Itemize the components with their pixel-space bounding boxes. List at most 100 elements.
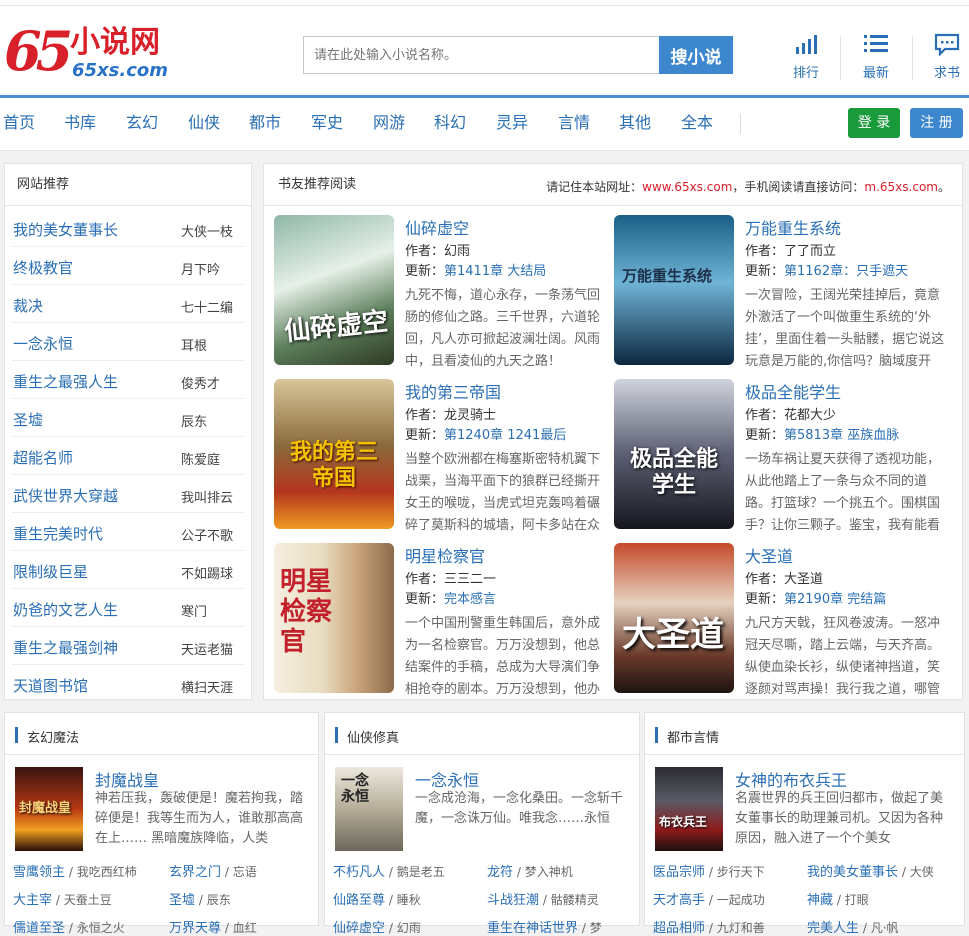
book-title-link[interactable]: 超品相师 xyxy=(653,921,705,936)
book-title-link[interactable]: 大圣道 xyxy=(745,543,793,567)
book-title-link[interactable]: 明星检察官 xyxy=(405,543,485,567)
book-title-link[interactable]: 我的美女董事长 xyxy=(807,865,898,880)
book-title-link[interactable]: 万能重生系统 xyxy=(745,215,841,239)
book-cover[interactable]: 大圣道 xyxy=(614,543,734,693)
chapter-link[interactable]: 第1411章 大结局 xyxy=(444,264,546,279)
book-title-link[interactable]: 超能名师 xyxy=(13,447,73,468)
book-title-link[interactable]: 仙碎虚空 xyxy=(405,215,469,239)
book-title-link[interactable]: 斗战狂潮 xyxy=(487,893,539,908)
category-title: 都市言情 xyxy=(667,731,720,746)
book-author: 不如踢球 xyxy=(181,567,234,582)
book-description: 当整个欧洲都在梅塞斯密特机翼下战栗，当海平面下的狼群已经撕开女王的喉咙，当虎式坦… xyxy=(405,452,601,533)
nav-online-game[interactable]: 网游 xyxy=(373,113,405,133)
nav-military[interactable]: 军史 xyxy=(311,113,343,133)
book-cover[interactable]: 封魔战皇 xyxy=(15,767,83,851)
book-title-link[interactable]: 天才高手 xyxy=(653,893,705,908)
book-title-link[interactable]: 圣墟 xyxy=(13,409,43,430)
book-title-link[interactable]: 裁决 xyxy=(13,295,43,316)
book-cover[interactable]: 仙碎虚空 xyxy=(274,215,394,365)
book-title-link[interactable]: 封魔战皇 xyxy=(95,767,159,791)
book-title-link[interactable]: 雪鹰领主 xyxy=(13,865,65,880)
book-cover[interactable]: 布衣兵王 xyxy=(655,767,723,851)
nav-urban[interactable]: 都市 xyxy=(249,113,281,133)
book-title-link[interactable]: 重生之最强人生 xyxy=(13,371,118,392)
book-title-link[interactable]: 儒道至圣 xyxy=(13,921,65,936)
latest-label: 最新 xyxy=(862,66,889,81)
chapter-link[interactable]: 第5813章 巫族血脉 xyxy=(784,428,899,443)
chapter-link[interactable]: 第1162章：只手遮天 xyxy=(784,264,908,279)
mobile-url-link[interactable]: m.65xs.com xyxy=(864,180,938,194)
nav-other[interactable]: 其他 xyxy=(619,113,651,133)
search-input[interactable] xyxy=(303,36,660,74)
latest-link[interactable]: 最新 xyxy=(845,32,907,82)
book-cover[interactable]: 一念永恒 xyxy=(335,767,403,851)
nav-romance[interactable]: 言情 xyxy=(558,113,590,133)
list-item: 完美人生 / 凡·帆 xyxy=(807,921,899,936)
book-title-link[interactable]: 女神的布衣兵王 xyxy=(735,767,847,791)
book-title-link[interactable]: 医品宗师 xyxy=(653,865,705,880)
book-title-link[interactable]: 仙碎虚空 xyxy=(333,921,385,936)
list-item: 超品相师 / 九灯和善 xyxy=(653,921,765,936)
book-title-link[interactable]: 重生在神话世界 xyxy=(487,921,578,936)
search-button[interactable]: 搜小说 xyxy=(659,36,733,74)
login-button[interactable]: 登 录 xyxy=(848,108,900,138)
book-description: 九尺方天戟，狂风卷波涛。一怒冲冠天尽嘶，踏上云端，与天齐高。纵使血染长衫，纵使诸… xyxy=(745,616,941,697)
book-title-link[interactable]: 限制级巨星 xyxy=(13,561,88,582)
book-author: 我叫排云 xyxy=(181,491,234,506)
ranking-link[interactable]: 排行 xyxy=(775,32,837,82)
book-title-link[interactable]: 神藏 xyxy=(807,893,833,908)
book-cover[interactable]: 我的第三帝国 xyxy=(274,379,394,529)
book-update-line: 更新：第1162章：只手遮天 xyxy=(745,264,909,279)
book-cover[interactable]: 极品全能学生 xyxy=(614,379,734,529)
chapter-link[interactable]: 完本感言 xyxy=(444,592,496,607)
book-title-link[interactable]: 极品全能学生 xyxy=(745,379,841,403)
nav-complete[interactable]: 全本 xyxy=(681,113,713,133)
book-title-link[interactable]: 不朽凡人 xyxy=(333,865,385,880)
book-title-link[interactable]: 大主宰 xyxy=(13,893,52,908)
book-cover[interactable]: 万能重生系统 xyxy=(614,215,734,365)
request-book-link[interactable]: 求书 xyxy=(916,32,969,82)
list-item: 仙碎虚空 / 幻雨 xyxy=(333,921,421,936)
book-description: 九死不悔，道心永存，一条荡气回肠的修仙之路。三千世界，六道轮回，凡人亦可掀起波澜… xyxy=(405,288,601,369)
chapter-link[interactable]: 第1240章 1241最后 xyxy=(444,428,566,443)
book-title-link[interactable]: 一念永恒 xyxy=(13,333,73,354)
book-card: 万能重生系统 万能重生系统 作者：了了而立 更新：第1162章：只手遮天 一次冒… xyxy=(614,215,954,369)
book-title-link[interactable]: 重生完美时代 xyxy=(13,523,103,544)
nav-library[interactable]: 书库 xyxy=(64,113,96,133)
logo-title: 小说网 xyxy=(70,25,160,60)
book-title-link[interactable]: 玄界之门 xyxy=(169,865,221,880)
book-title-link[interactable]: 我的第三帝国 xyxy=(405,379,501,403)
nav-home[interactable]: 首页 xyxy=(3,113,35,133)
book-description: 一次冒险，王阔光荣挂掉后，竟意外激活了一个叫做重生系统的‘外挂’，里面住着一头骷… xyxy=(745,288,945,369)
list-item: 重生之最强人生 俊秀才 xyxy=(5,361,251,399)
nav-fantasy[interactable]: 玄幻 xyxy=(126,113,158,133)
book-title-link[interactable]: 一念永恒 xyxy=(415,767,479,791)
book-cover[interactable]: 明星检察官 xyxy=(274,543,394,693)
book-title-link[interactable]: 龙符 xyxy=(487,865,513,880)
list-item: 神藏 / 打眼 xyxy=(807,893,869,908)
ranking-label: 排行 xyxy=(792,66,819,81)
book-title-link[interactable]: 重生之最强剑神 xyxy=(13,637,118,658)
book-title-link[interactable]: 奶爸的文艺人生 xyxy=(13,599,118,620)
list-item: 大主宰 / 天蚕土豆 xyxy=(13,893,112,908)
list-item: 龙符 / 梦入神机 xyxy=(487,865,573,880)
book-title-link[interactable]: 我的美女董事长 xyxy=(13,219,118,240)
register-button[interactable]: 注 册 xyxy=(910,108,963,138)
nav-xianxia[interactable]: 仙侠 xyxy=(188,113,220,133)
list-item: 我的美女董事长 大侠一枝 xyxy=(5,209,251,247)
book-title-link[interactable]: 终极教官 xyxy=(13,257,73,278)
book-card: 明星检察官 明星检察官 作者：三三二一 更新：完本感言 一个中国刑警重生韩国后，… xyxy=(274,543,614,697)
book-title-link[interactable]: 武侠世界大穿越 xyxy=(13,485,118,506)
site-logo[interactable]: 65 小说网 65xs.com xyxy=(4,20,168,86)
nav-supernatural[interactable]: 灵异 xyxy=(496,113,528,133)
book-title-link[interactable]: 天道图书馆 xyxy=(13,675,88,696)
site-url-link[interactable]: www.65xs.com xyxy=(642,180,732,194)
chapter-link[interactable]: 第2190章 完结篇 xyxy=(784,592,886,607)
book-title-link[interactable]: 万界天尊 xyxy=(169,921,221,936)
book-title-link[interactable]: 圣墟 xyxy=(169,893,195,908)
reader-recommendations: 书友推荐阅读 请记住本站网址：www.65xs.com，手机阅读请直接访问：m.… xyxy=(263,163,963,700)
book-title-link[interactable]: 完美人生 xyxy=(807,921,859,936)
site-header: 65 小说网 65xs.com 搜小说 排行 最新 求书 xyxy=(0,6,969,98)
book-title-link[interactable]: 仙路至尊 xyxy=(333,893,385,908)
nav-scifi[interactable]: 科幻 xyxy=(434,113,466,133)
